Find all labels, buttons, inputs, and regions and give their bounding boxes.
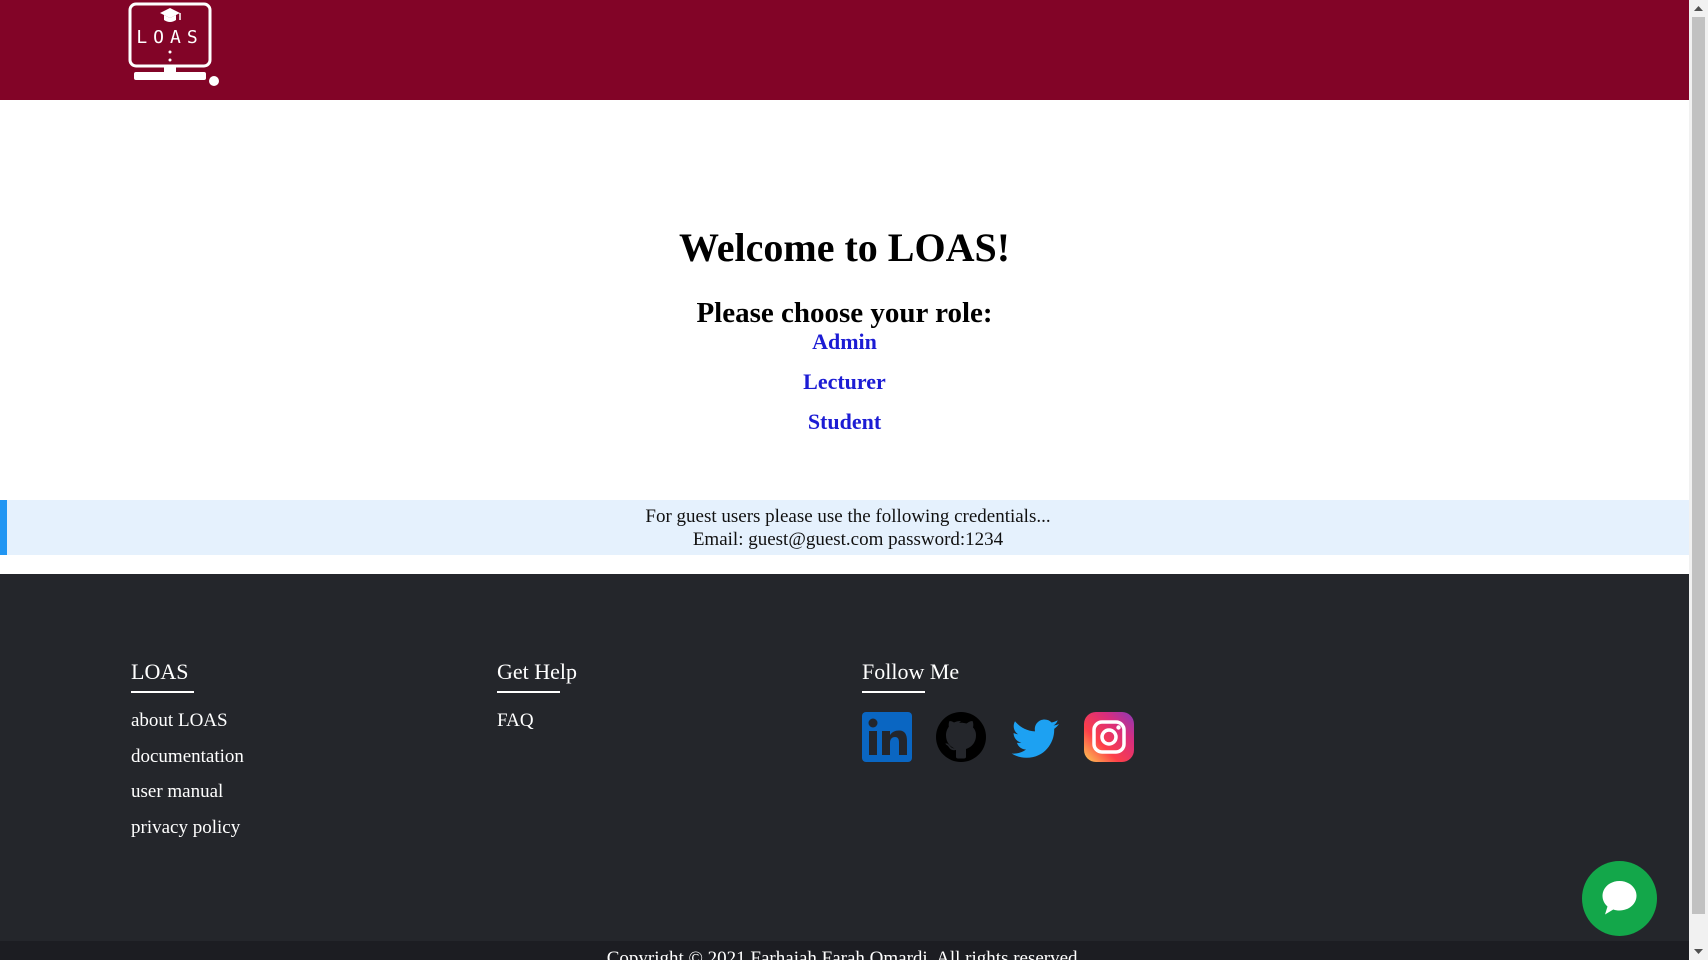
list-item: privacy policy	[131, 817, 244, 853]
footer-heading-loas: LOAS	[131, 658, 244, 693]
footer-heading-loas-text: LOAS	[131, 659, 189, 684]
loas-logo[interactable]: LOAS	[128, 2, 222, 86]
scroll-down-arrow-icon[interactable]	[1689, 943, 1708, 960]
guest-credentials-banner: For guest users please use the following…	[0, 500, 1689, 555]
faq-link[interactable]: FAQ	[497, 710, 534, 731]
chat-bubble-icon	[1602, 881, 1637, 915]
linkedin-icon[interactable]	[862, 712, 912, 762]
list-item: about LOAS	[131, 710, 244, 746]
footer-heading-follow: Follow Me	[862, 658, 1134, 693]
browser-viewport: LOAS Welcome to LOAS! Please choose your…	[0, 0, 1708, 960]
copyright-text: Copyright © 2021 Farhaiah Farah Omardi. …	[606, 948, 1083, 960]
admin-role-link[interactable]: Admin	[812, 330, 877, 370]
heading-underline	[862, 691, 925, 693]
github-icon[interactable]	[936, 712, 986, 762]
guest-info-line: For guest users please use the following…	[645, 506, 1051, 527]
footer-col-loas: LOAS about LOAS documentation user manua…	[131, 658, 244, 852]
about-loas-link[interactable]: about LOAS	[131, 710, 228, 731]
top-header: LOAS	[0, 0, 1689, 100]
welcome-heading: Welcome to LOAS!	[678, 225, 1011, 270]
lecturer-role-link[interactable]: Lecturer	[803, 370, 886, 410]
footer-heading-follow-text: Follow Me	[862, 659, 960, 684]
list-item: FAQ	[497, 710, 577, 746]
social-icons	[862, 712, 1134, 762]
page: LOAS Welcome to LOAS! Please choose your…	[0, 0, 1689, 960]
footer-links-loas: about LOAS documentation user manual pri…	[131, 710, 244, 852]
guest-credentials-line: Email: guest@guest.com password:1234	[692, 529, 1004, 550]
scrollbar-thumb[interactable]	[1692, 17, 1705, 914]
heading-underline	[131, 691, 194, 693]
twitter-icon[interactable]	[1010, 712, 1060, 762]
vertical-scrollbar[interactable]	[1689, 0, 1708, 960]
footer-col-follow: Follow Me	[862, 658, 1134, 762]
instagram-icon[interactable]	[1084, 712, 1134, 762]
logo-text: LOAS	[136, 27, 203, 48]
documentation-link[interactable]: documentation	[131, 746, 244, 767]
list-item: user manual	[131, 781, 244, 817]
chat-widget-button[interactable]	[1582, 861, 1657, 936]
copyright-bar: Copyright © 2021 Farhaiah Farah Omardi. …	[0, 941, 1689, 960]
footer-col-help: Get Help FAQ	[497, 658, 577, 746]
footer-heading-help-text: Get Help	[497, 659, 578, 684]
privacy-policy-link[interactable]: privacy policy	[131, 817, 240, 838]
choose-role-heading: Please choose your role:	[696, 297, 993, 329]
heading-underline	[497, 691, 560, 693]
role-links: Admin Lecturer Student	[0, 330, 1689, 450]
user-manual-link[interactable]: user manual	[131, 781, 223, 802]
scroll-up-arrow-icon[interactable]	[1689, 0, 1708, 17]
footer-heading-help: Get Help	[497, 658, 578, 693]
footer-links-help: FAQ	[497, 710, 577, 746]
student-role-link[interactable]: Student	[808, 410, 881, 450]
list-item: documentation	[131, 746, 244, 782]
site-footer: LOAS about LOAS documentation user manua…	[0, 574, 1689, 941]
monitor-logo-icon: LOAS	[128, 2, 219, 86]
